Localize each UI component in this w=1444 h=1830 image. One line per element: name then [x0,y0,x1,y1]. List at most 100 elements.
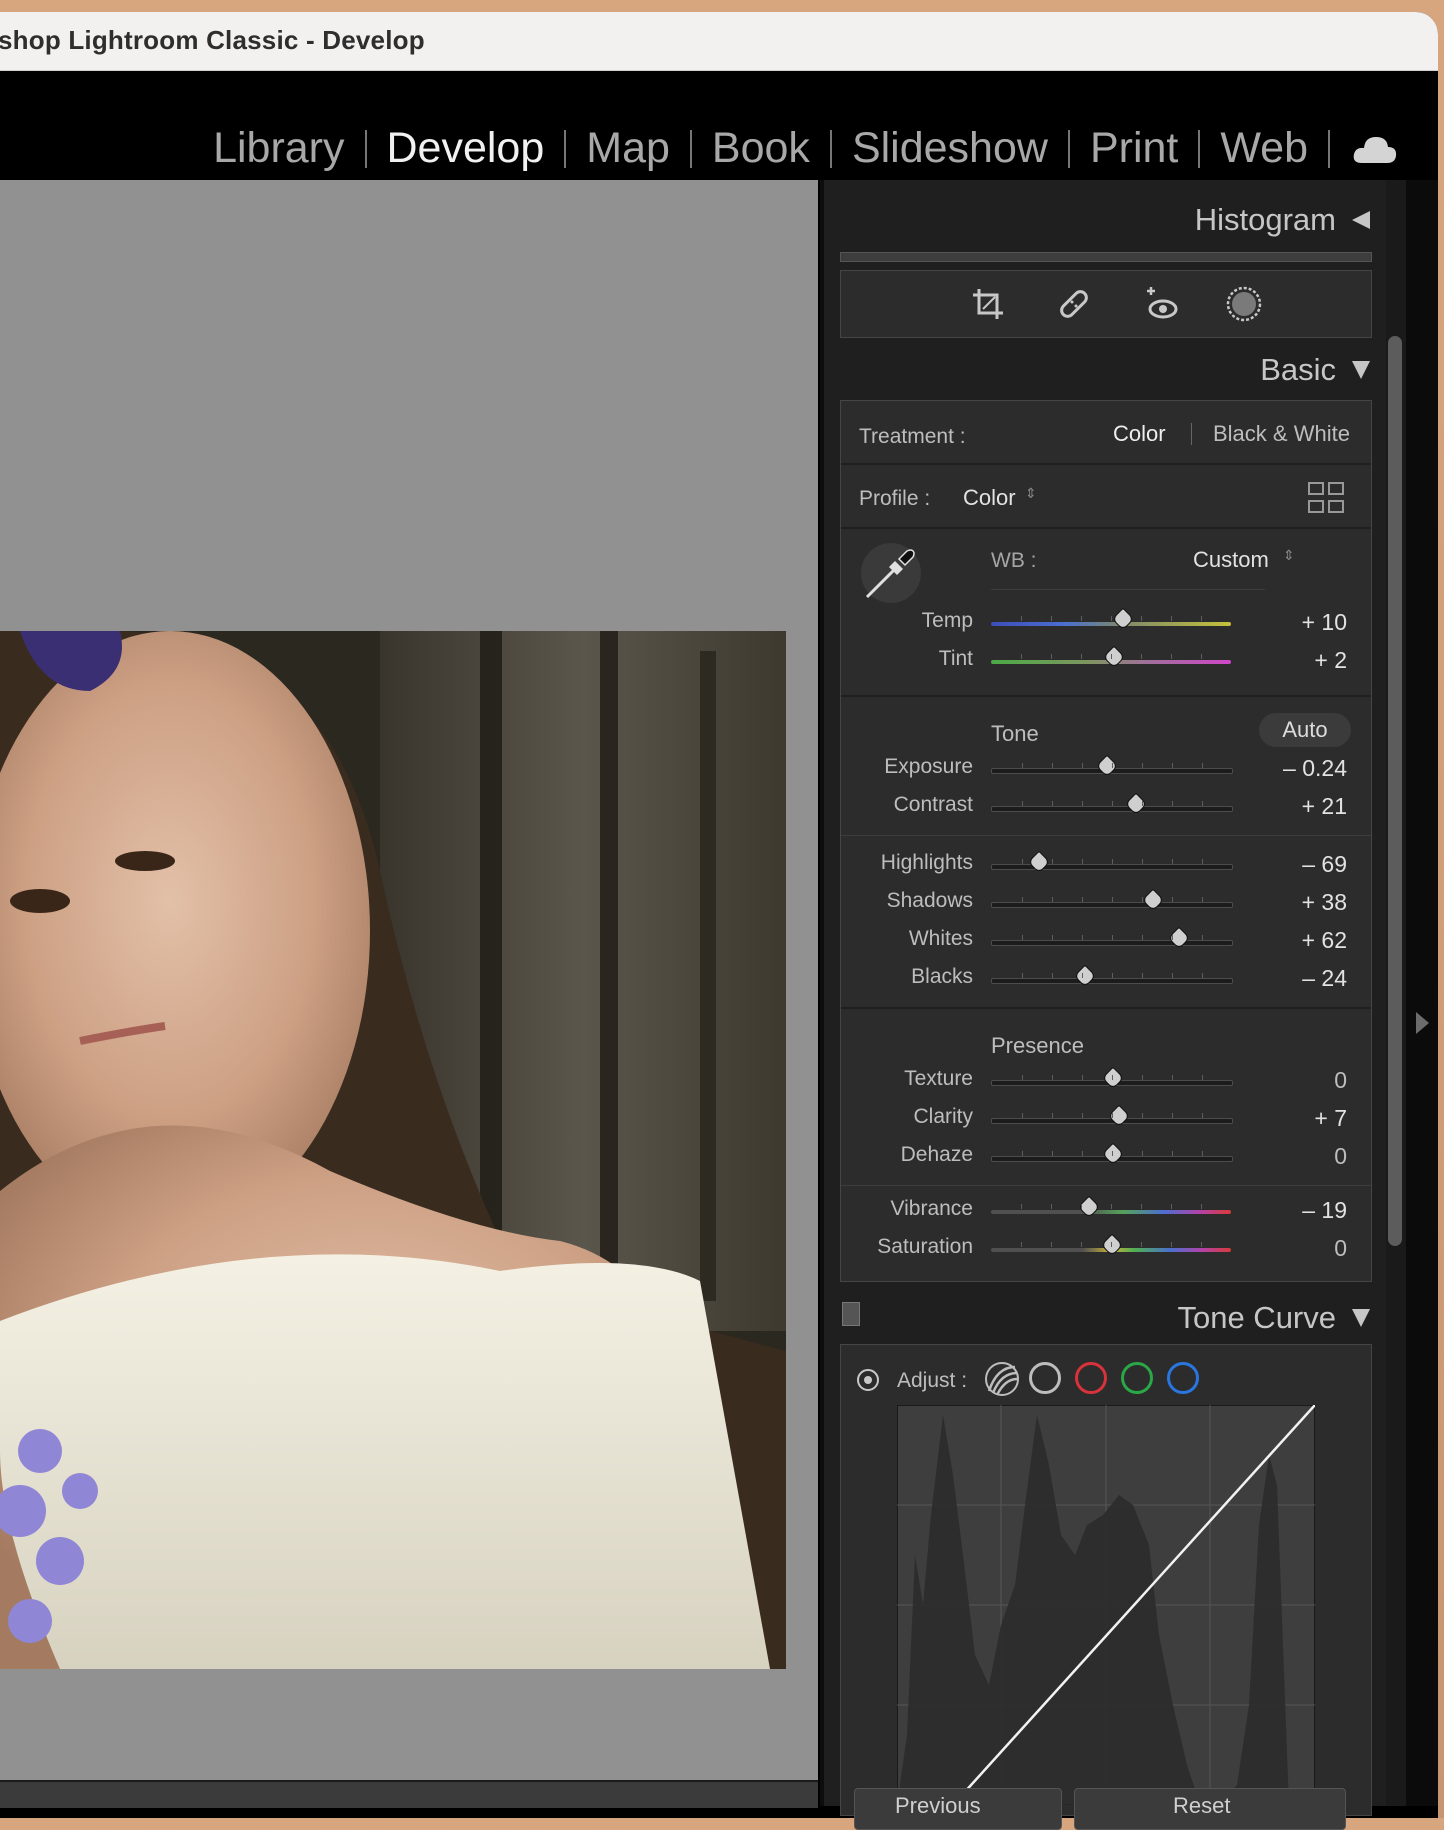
texture-thumb[interactable] [1101,1066,1125,1090]
auto-tone-button[interactable]: Auto [1259,713,1351,747]
panel-toggle-switch[interactable] [842,1302,860,1326]
slider-tick [1201,1204,1202,1209]
clarity-value[interactable]: + 7 [1314,1105,1347,1132]
treatment-bw-button[interactable]: Black & White [1213,421,1350,447]
slider-tick [1051,1204,1052,1209]
module-develop[interactable]: Develop [367,124,565,173]
exposure-thumb[interactable] [1095,754,1119,778]
module-slideshow[interactable]: Slideshow [832,124,1068,173]
shadows-thumb[interactable] [1141,888,1164,912]
clarity-label: Clarity [913,1105,973,1128]
dehaze-thumb[interactable] [1101,1142,1125,1166]
tint-track[interactable] [991,645,1231,669]
histogram-header[interactable]: Histogram [1195,202,1370,238]
vibrance-value[interactable]: – 19 [1302,1197,1347,1224]
green-channel-icon[interactable] [1121,1362,1153,1394]
saturation-track[interactable] [991,1233,1231,1257]
slider-tick [1022,1075,1023,1080]
photo-preview[interactable] [0,631,786,1669]
wb-eyedropper-icon[interactable] [859,541,923,605]
tone-curve-panel: Adjust : [840,1344,1372,1816]
highlights-label: Highlights [880,851,973,874]
vibrance-track[interactable] [991,1195,1231,1219]
highlights-value[interactable]: – 69 [1302,851,1347,878]
slider-tick [1022,859,1023,864]
contrast-value[interactable]: + 21 [1302,793,1347,820]
slider-tick [1172,1151,1173,1156]
module-book[interactable]: Book [692,124,830,173]
contrast-track[interactable] [991,792,1233,816]
healing-tool-icon[interactable] [1055,285,1093,323]
tone-label: Tone [991,721,1039,746]
dehaze-value[interactable]: 0 [1334,1143,1347,1170]
wb-label: WB : [991,549,1037,572]
reset-button[interactable]: Reset [1074,1788,1346,1830]
slider-tick [1112,1113,1113,1118]
slider-tick [1021,616,1022,621]
expand-right-icon[interactable] [1416,1012,1429,1034]
temp-track[interactable] [991,607,1231,631]
clarity-track[interactable] [991,1104,1233,1128]
slider-tick [1142,935,1143,940]
rgb-channel-icon[interactable] [1029,1362,1061,1394]
cloud-sync-icon[interactable] [1352,133,1398,165]
whites-track[interactable] [991,926,1233,950]
blacks-thumb[interactable] [1074,964,1097,988]
panel-scrollbar[interactable] [1386,180,1406,1806]
profile-select[interactable]: Color [963,485,1016,511]
scrollbar-thumb[interactable] [1388,336,1402,1246]
shadows-track[interactable] [991,888,1233,912]
tone-curve-header[interactable]: Tone Curve [824,1290,1390,1340]
tone-curve-graph[interactable] [897,1405,1315,1805]
treatment-color-button[interactable]: Color [1113,421,1166,447]
slider-tick [1022,973,1023,978]
contrast-thumb[interactable] [1124,792,1148,816]
module-library[interactable]: Library [193,124,364,173]
temp-value[interactable]: + 10 [1302,609,1347,636]
whites-label: Whites [908,927,973,950]
basic-panel: Treatment : Color Black & White Profile … [840,400,1372,1282]
blacks-track[interactable] [991,964,1233,988]
slider-tick [1111,1204,1112,1209]
previous-button-label: Previous [895,1793,981,1818]
blacks-value[interactable]: – 24 [1302,965,1347,992]
highlights-thumb[interactable] [1027,850,1050,874]
saturation-value[interactable]: 0 [1334,1235,1347,1262]
whites-value[interactable]: + 62 [1302,927,1347,954]
image-viewer[interactable] [0,180,818,1780]
red-eye-tool-icon[interactable] [1141,285,1179,323]
module-map[interactable]: Map [566,124,690,173]
target-adjust-icon[interactable] [855,1367,881,1393]
slider-tick [1052,935,1053,940]
wb-stepper-icon[interactable]: ⇕ [1283,547,1295,564]
wb-select[interactable]: Custom [1193,547,1269,573]
slider-tick [1111,616,1112,621]
blue-channel-icon[interactable] [1167,1362,1199,1394]
tint-value[interactable]: + 2 [1314,647,1347,674]
exposure-track[interactable] [991,754,1233,778]
module-web[interactable]: Web [1200,124,1328,173]
treatment-divider [1191,423,1192,445]
masking-tool-icon[interactable] [1225,285,1263,323]
texture-value[interactable]: 0 [1334,1067,1347,1094]
module-print[interactable]: Print [1070,124,1198,173]
profile-stepper-icon[interactable]: ⇕ [1025,485,1037,502]
tint-thumb[interactable] [1103,645,1126,669]
texture-track[interactable] [991,1066,1233,1090]
texture-label: Texture [904,1067,973,1090]
red-channel-icon[interactable] [1075,1362,1107,1394]
profile-browser-icon[interactable] [1307,481,1347,515]
slider-tick [1082,1113,1083,1118]
slider-tick [1082,763,1083,768]
parametric-curve-icon[interactable] [983,1361,1021,1397]
slider-tick [1051,654,1052,659]
previous-button[interactable]: Previous [854,1788,1062,1830]
basic-header[interactable]: Basic [1260,352,1370,388]
shadows-value[interactable]: + 38 [1302,889,1347,916]
highlights-track[interactable] [991,850,1233,874]
temp-thumb[interactable] [1111,607,1135,631]
saturation-thumb[interactable] [1100,1233,1124,1257]
exposure-value[interactable]: – 0.24 [1283,755,1347,782]
crop-tool-icon[interactable] [969,285,1007,323]
dehaze-track[interactable] [991,1142,1233,1166]
